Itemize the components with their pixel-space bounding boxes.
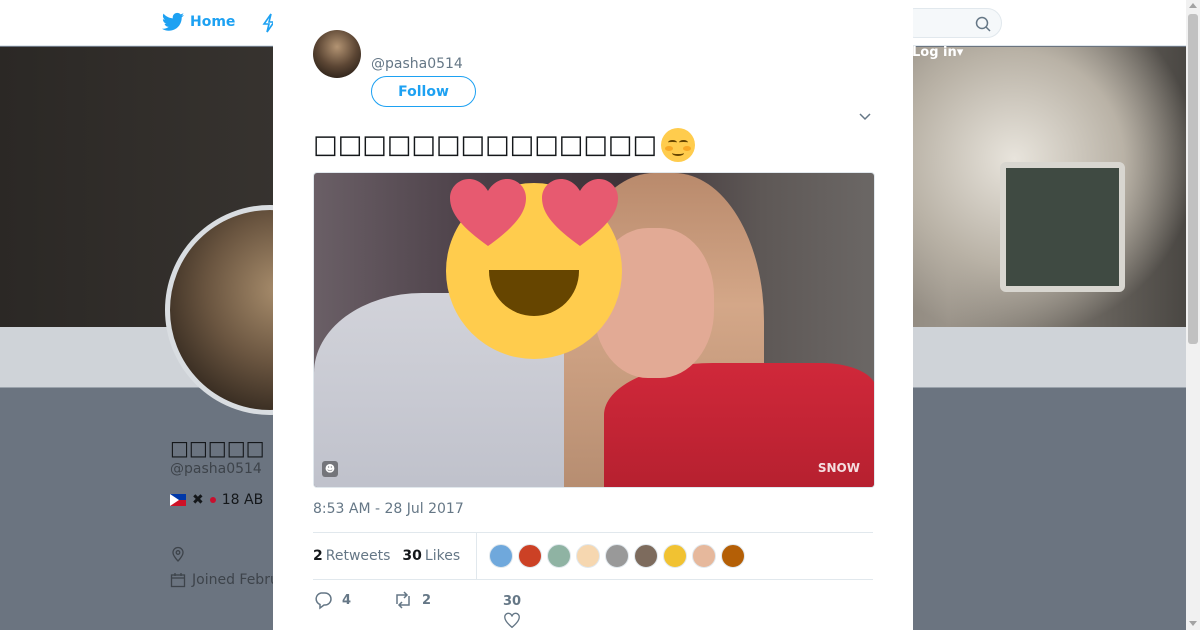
tweet-text-content: □□□□□□□□□□□□□□ bbox=[313, 130, 657, 160]
retweets-stat[interactable]: 2 Retweets bbox=[313, 548, 390, 564]
tweet-text: □□□□□□□□□□□□□□ bbox=[313, 128, 695, 162]
tweet-stats: 2 Retweets 30 Likes bbox=[313, 532, 873, 580]
like-button[interactable]: 30 bbox=[503, 594, 521, 630]
like-count: 30 bbox=[503, 594, 522, 609]
bio-age: 18 AB bbox=[221, 492, 264, 508]
liker-avatar[interactable] bbox=[634, 544, 659, 568]
liker-avatar[interactable] bbox=[576, 544, 601, 568]
joined-text: Joined Febru bbox=[192, 572, 279, 588]
tweet-author-avatar[interactable] bbox=[313, 30, 361, 78]
login-label: Log in bbox=[912, 45, 957, 60]
search-icon bbox=[975, 16, 991, 32]
reply-count: 4 bbox=[342, 592, 352, 608]
liker-avatar[interactable] bbox=[721, 544, 746, 568]
heart-icon bbox=[542, 179, 618, 246]
location-icon bbox=[172, 546, 184, 562]
cross-icon: ✖ bbox=[192, 492, 204, 508]
close-icon[interactable] bbox=[1154, 12, 1178, 36]
liker-avatars bbox=[489, 544, 746, 568]
chevron-down-icon: ▾ bbox=[956, 45, 964, 60]
likes-stat[interactable]: 30 Likes bbox=[402, 548, 460, 564]
retweet-button[interactable]: 2 bbox=[393, 590, 431, 610]
calendar-icon bbox=[170, 573, 186, 588]
login-dropdown[interactable]: Log in▾ bbox=[912, 45, 963, 60]
japan-flag-icon bbox=[209, 497, 216, 503]
tweet-photo[interactable]: ☻ SNOW bbox=[313, 172, 875, 488]
liker-avatar[interactable] bbox=[547, 544, 572, 568]
scroll-up-arrow-icon[interactable] bbox=[1189, 3, 1197, 8]
liker-avatar[interactable] bbox=[489, 544, 514, 568]
retweet-count: 2 bbox=[422, 592, 432, 608]
reply-icon bbox=[315, 592, 332, 610]
liker-avatar[interactable] bbox=[605, 544, 630, 568]
philippines-flag-icon bbox=[170, 494, 186, 506]
scroll-down-arrow-icon[interactable] bbox=[1189, 621, 1197, 626]
tweet-author-handle[interactable]: @pasha0514 bbox=[371, 56, 463, 72]
heart-outline-icon bbox=[504, 612, 520, 629]
twitter-bird-icon bbox=[162, 12, 184, 31]
liker-avatar[interactable] bbox=[518, 544, 543, 568]
chevron-down-icon[interactable] bbox=[858, 110, 872, 124]
profile-display-name: □□□□□ bbox=[170, 436, 265, 460]
liker-avatar[interactable] bbox=[663, 544, 688, 568]
home-nav-item[interactable]: Home bbox=[162, 12, 235, 32]
liker-avatar[interactable] bbox=[692, 544, 717, 568]
home-label: Home bbox=[190, 14, 236, 30]
search-input[interactable] bbox=[900, 8, 1002, 38]
camera-icon: ☻ bbox=[322, 461, 338, 477]
reply-button[interactable]: 4 bbox=[313, 590, 351, 610]
heart-icon bbox=[450, 179, 526, 246]
retweet-icon bbox=[396, 591, 410, 609]
tweet-modal: @pasha0514 Follow □□□□□□□□□□□□□□ ☻ SNOW … bbox=[273, 0, 913, 630]
follow-button[interactable]: Follow bbox=[371, 76, 476, 107]
profile-handle: @pasha0514 bbox=[170, 461, 262, 477]
profile-bio: ✖ 18 AB bbox=[170, 492, 263, 508]
smiling-blush-emoji-icon bbox=[660, 128, 695, 162]
profile-joined: Joined Febru bbox=[170, 572, 279, 588]
photo-watermark: SNOW bbox=[817, 461, 860, 475]
scrollbar-thumb[interactable] bbox=[1188, 14, 1198, 344]
tweet-timestamp[interactable]: 8:53 AM - 28 Jul 2017 bbox=[313, 501, 464, 517]
